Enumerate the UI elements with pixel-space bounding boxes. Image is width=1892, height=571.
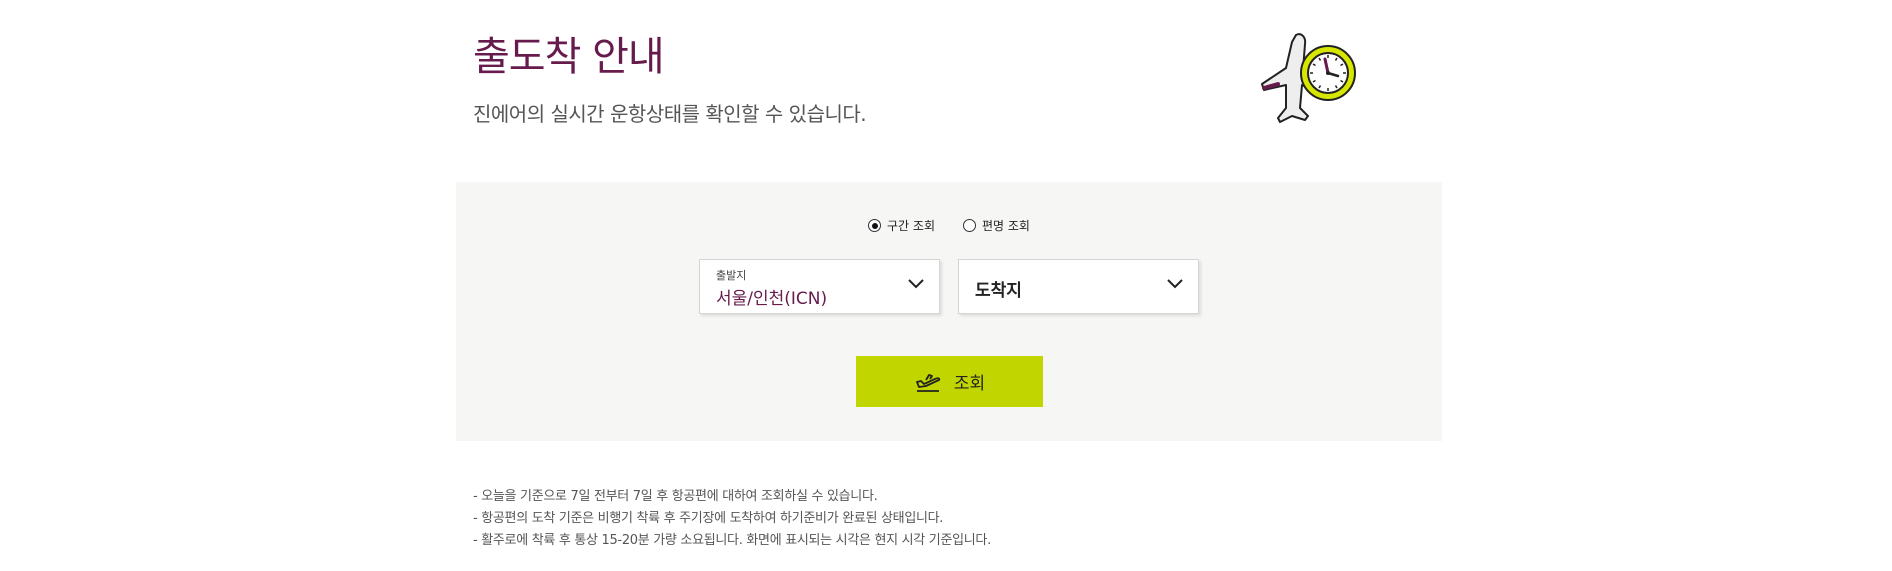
radio-route-search-label: 구간 조회 xyxy=(887,219,935,233)
radio-route-search[interactable]: 구간 조회 xyxy=(868,217,935,234)
radio-checked-icon[interactable] xyxy=(868,219,882,232)
departure-value: 서울/인천(ICN) xyxy=(716,289,828,309)
notice-item: - 활주로에 착륙 후 통상 15-20분 가량 소요됩니다. 화면에 표시되는… xyxy=(473,533,991,548)
chevron-down-icon xyxy=(1167,279,1183,289)
search-panel: 구간 조회 편명 조회 출발지 서울/인천(ICN) 도착지 조회 xyxy=(456,182,1442,441)
chevron-down-icon xyxy=(908,279,924,289)
arrival-placeholder: 도착지 xyxy=(975,281,1022,301)
radio-flight-number-search[interactable]: 편명 조회 xyxy=(963,217,1030,234)
radio-unchecked-icon[interactable] xyxy=(963,219,976,232)
search-mode-radio-group: 구간 조회 편명 조회 xyxy=(456,217,1442,234)
notice-item: - 항공편의 도착 기준은 비행기 착륙 후 주기장에 도착하여 하기준비가 완… xyxy=(473,511,944,526)
arrival-select[interactable]: 도착지 xyxy=(958,259,1199,314)
search-button-label: 조회 xyxy=(953,374,986,394)
page-title: 출도착 안내 xyxy=(473,34,665,80)
airplane-clock-illustration xyxy=(1261,33,1356,123)
departure-label: 출발지 xyxy=(716,269,747,282)
page-subtitle: 진에어의 실시간 운항상태를 확인할 수 있습니다. xyxy=(473,102,867,126)
notice-list: - 오늘을 기준으로 7일 전부터 7일 후 항공편에 대하여 조회하실 수 있… xyxy=(473,486,991,552)
notice-item: - 오늘을 기준으로 7일 전부터 7일 후 항공편에 대하여 조회하실 수 있… xyxy=(473,489,878,504)
radio-flight-number-search-label: 편명 조회 xyxy=(982,219,1030,233)
search-button[interactable]: 조회 xyxy=(856,356,1043,407)
airplane-takeoff-icon xyxy=(915,373,940,392)
departure-select[interactable]: 출발지 서울/인천(ICN) xyxy=(699,259,940,314)
